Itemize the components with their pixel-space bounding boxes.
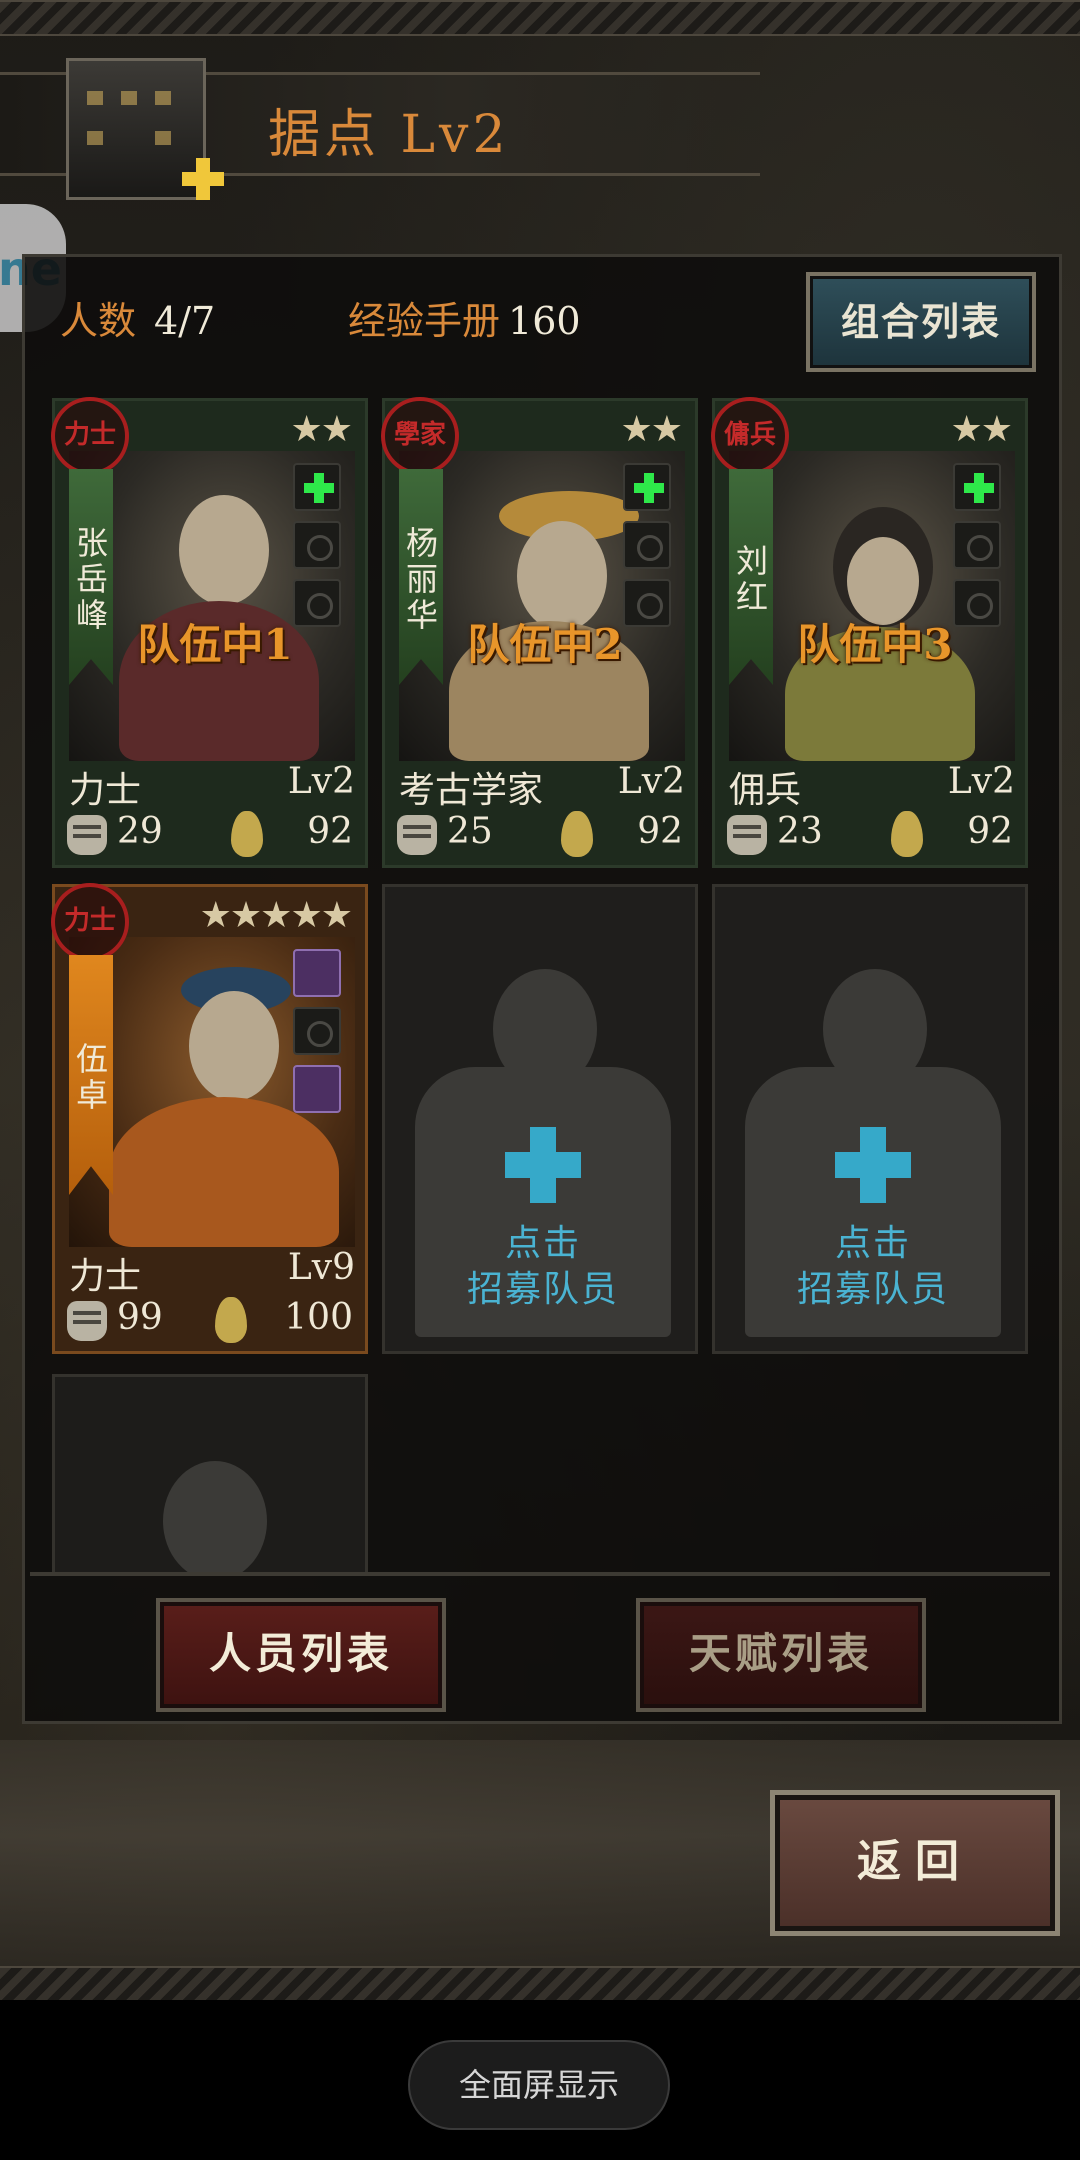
add-equipment-icon[interactable] bbox=[293, 463, 341, 511]
star-rating: ★★ bbox=[290, 409, 353, 450]
strength-value: 99 bbox=[117, 1297, 163, 1338]
recruit-label[interactable]: 点击 招募队员 bbox=[385, 1221, 701, 1313]
combo-list-button[interactable]: 组合列表 bbox=[806, 272, 1036, 372]
member-card[interactable]: 力士 ★★ 张岳峰 队伍中1 力士 Lv2 29 92 bbox=[51, 397, 368, 868]
exp-manual-label: 经验手册 bbox=[348, 299, 501, 343]
class-name: 力士 bbox=[69, 1256, 142, 1297]
upgrade-plus-icon[interactable] bbox=[180, 156, 226, 202]
stats-line: 23 92 bbox=[727, 811, 1019, 861]
stamina-value: 100 bbox=[284, 1297, 353, 1338]
member-card[interactable]: 傭兵 ★★ 刘红 队伍中3 佣兵 Lv2 23 92 bbox=[711, 397, 1028, 868]
member-card[interactable]: 學家 ★★ 杨丽华 队伍中2 考古学家 Lv2 25 92 bbox=[381, 397, 698, 868]
empty-slot-icon[interactable] bbox=[953, 521, 1001, 569]
recruit-line1: 点击 bbox=[834, 1223, 911, 1264]
empty-slot-icon[interactable] bbox=[293, 521, 341, 569]
stats-line: 29 92 bbox=[67, 811, 359, 861]
empty-slot-icon[interactable] bbox=[623, 521, 671, 569]
class-name: 佣兵 bbox=[729, 770, 802, 811]
equipped-item-icon[interactable] bbox=[293, 1065, 341, 1113]
strength-fist-icon bbox=[67, 1301, 107, 1341]
recruit-plus-icon[interactable] bbox=[505, 1127, 581, 1203]
recruit-label[interactable]: 点击 招募队员 bbox=[715, 1221, 1031, 1313]
strength-fist-icon bbox=[397, 815, 437, 855]
strength-value: 23 bbox=[777, 811, 823, 852]
tab-talent-list[interactable]: 天赋列表 bbox=[636, 1598, 926, 1712]
character-name: 伍卓 bbox=[69, 955, 113, 1195]
equipment-slots bbox=[293, 949, 345, 1123]
class-level-line: 佣兵 Lv2 bbox=[729, 761, 1015, 813]
stamina-value: 92 bbox=[967, 811, 1013, 852]
character-name: 杨丽华 bbox=[399, 469, 443, 685]
character-name: 刘红 bbox=[729, 469, 773, 685]
stamina-drop-icon bbox=[561, 811, 593, 857]
team-status: 队伍中3 bbox=[797, 620, 953, 669]
add-equipment-icon[interactable] bbox=[623, 463, 671, 511]
strength-fist-icon bbox=[727, 815, 767, 855]
member-count: 人数 4/7 bbox=[60, 290, 215, 345]
list-divider bbox=[30, 1572, 1050, 1576]
member-count-label: 人数 bbox=[60, 299, 137, 343]
locked-slot bbox=[52, 1374, 368, 1574]
class-name: 考古学家 bbox=[399, 770, 544, 811]
level: Lv2 bbox=[947, 761, 1015, 802]
class-seal: 力士 bbox=[51, 883, 129, 961]
recruit-line1: 点击 bbox=[504, 1223, 581, 1264]
team-status: 队伍中2 bbox=[467, 620, 623, 669]
exp-manual: 经验手册 160 bbox=[348, 290, 581, 345]
member-card[interactable]: 力士 ★★★★★ 伍卓 力士 Lv9 99 100 bbox=[51, 883, 368, 1354]
equipped-item-icon[interactable] bbox=[293, 949, 341, 997]
member-count-value: 4/7 bbox=[154, 299, 216, 343]
class-level-line: 力士 Lv2 bbox=[69, 761, 355, 813]
character-name: 张岳峰 bbox=[69, 469, 113, 685]
top-border bbox=[0, 0, 1080, 36]
class-seal: 學家 bbox=[381, 397, 459, 475]
star-rating: ★★ bbox=[950, 409, 1013, 450]
class-level-line: 考古学家 Lv2 bbox=[399, 761, 685, 813]
page-title: 据点 Lv2 bbox=[268, 105, 510, 165]
star-rating: ★★★★★ bbox=[199, 895, 353, 936]
exp-manual-value: 160 bbox=[508, 299, 581, 343]
level: Lv9 bbox=[287, 1247, 355, 1288]
class-name: 力士 bbox=[69, 770, 142, 811]
fullscreen-button[interactable]: 全面屏显示 bbox=[408, 2040, 670, 2130]
team-status: 队伍中1 bbox=[137, 620, 293, 669]
back-button[interactable]: 返回 bbox=[770, 1790, 1060, 1936]
add-equipment-icon[interactable] bbox=[953, 463, 1001, 511]
class-seal: 力士 bbox=[51, 397, 129, 475]
empty-slot-icon[interactable] bbox=[293, 1007, 341, 1055]
strength-fist-icon bbox=[67, 815, 107, 855]
strength-value: 29 bbox=[117, 811, 163, 852]
recruit-line2: 招募队员 bbox=[466, 1269, 619, 1310]
recruit-slot[interactable]: 点击 招募队员 bbox=[382, 884, 698, 1354]
strength-value: 25 bbox=[447, 811, 493, 852]
recruit-line2: 招募队员 bbox=[796, 1269, 949, 1310]
stamina-value: 92 bbox=[307, 811, 353, 852]
level: Lv2 bbox=[617, 761, 685, 802]
stamina-drop-icon bbox=[891, 811, 923, 857]
tab-personnel-list[interactable]: 人员列表 bbox=[156, 1598, 446, 1712]
star-rating: ★★ bbox=[620, 409, 683, 450]
stamina-value: 92 bbox=[637, 811, 683, 852]
recruit-slot[interactable]: 点击 招募队员 bbox=[712, 884, 1028, 1354]
level: Lv2 bbox=[287, 761, 355, 802]
stats-line: 99 100 bbox=[67, 1297, 359, 1347]
class-level-line: 力士 Lv9 bbox=[69, 1247, 355, 1299]
stats-line: 25 92 bbox=[397, 811, 689, 861]
bottom-border bbox=[0, 1966, 1080, 2002]
stamina-drop-icon bbox=[215, 1297, 247, 1343]
silhouette bbox=[163, 1461, 267, 1574]
recruit-plus-icon[interactable] bbox=[835, 1127, 911, 1203]
stamina-drop-icon bbox=[231, 811, 263, 857]
class-seal: 傭兵 bbox=[711, 397, 789, 475]
